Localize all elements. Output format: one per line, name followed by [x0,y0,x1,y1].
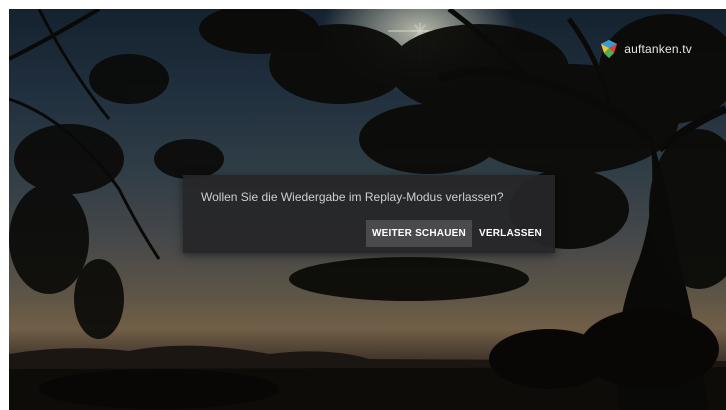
dialog-message: Wollen Sie die Wiedergabe im Replay-Modu… [201,190,504,204]
brand-logo-text: auftanken.tv [624,42,692,56]
leave-button[interactable]: VERLASSEN [473,220,548,247]
auftanken-logo-icon [601,40,618,58]
video-player: auftanken.tv Wollen Sie die Wiedergabe i… [9,9,726,410]
exit-replay-dialog: Wollen Sie die Wiedergabe im Replay-Modu… [183,175,555,253]
brand-logo: auftanken.tv [599,39,692,59]
continue-watching-button[interactable]: WEITER SCHAUEN [366,220,472,247]
